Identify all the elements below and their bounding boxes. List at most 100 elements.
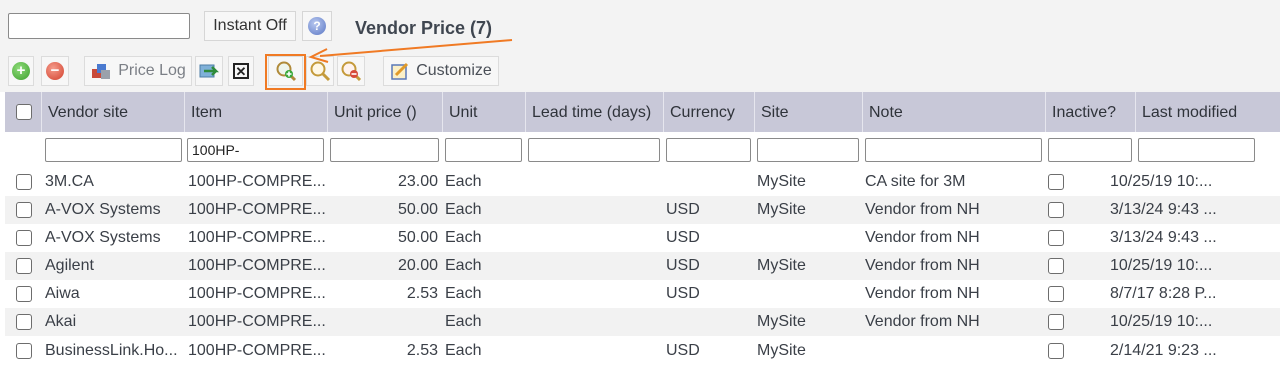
refresh-export-button[interactable] bbox=[195, 56, 223, 86]
filter-inactive[interactable] bbox=[1048, 138, 1132, 162]
table-row[interactable]: Aiwa 100HP-COMPRE... 2.53 Each USD Vendor fro… bbox=[5, 280, 1280, 308]
edit-icon bbox=[391, 62, 409, 80]
cell-site bbox=[757, 280, 861, 308]
table-row[interactable]: A-VOX Systems 100HP-COMPRE... 50.00 Each USD… bbox=[5, 196, 1280, 224]
row-inactive-checkbox[interactable] bbox=[1048, 174, 1064, 190]
table-row[interactable]: Akai 100HP-COMPRE... Each MySite Vendor from… bbox=[5, 308, 1280, 336]
col-header-lead-time[interactable]: Lead time (days) bbox=[525, 92, 662, 132]
cell-unit-price: 2.53 bbox=[406, 285, 438, 302]
cell-currency: USD bbox=[666, 342, 700, 359]
col-header-last-modified[interactable]: Last modified bbox=[1135, 92, 1257, 132]
row-inactive-checkbox[interactable] bbox=[1048, 314, 1064, 330]
refresh-icon bbox=[199, 64, 220, 78]
col-header-vendor-site[interactable]: Vendor site bbox=[41, 92, 183, 132]
search-input[interactable] bbox=[8, 13, 190, 39]
cell-item: 100HP-COMPRE... bbox=[188, 342, 326, 359]
cell-lead-time bbox=[528, 196, 662, 224]
filter-last-modified[interactable] bbox=[1138, 138, 1255, 162]
cell-item: 100HP-COMPRE... bbox=[188, 229, 326, 246]
close-button[interactable]: ✕ bbox=[228, 56, 254, 86]
cell-note bbox=[865, 337, 1045, 365]
row-select-checkbox[interactable] bbox=[16, 343, 32, 359]
cell-item: 100HP-COMPRE... bbox=[188, 201, 326, 218]
row-select-checkbox[interactable] bbox=[16, 286, 32, 302]
cell-unit: Each bbox=[445, 201, 482, 218]
cell-last-modified: 10/25/19 10:... bbox=[1110, 173, 1213, 190]
cell-item: 100HP-COMPRE... bbox=[188, 313, 326, 330]
cell-unit: Each bbox=[445, 257, 482, 274]
magnifier-icon bbox=[310, 61, 331, 82]
table-row[interactable]: 3M.CA 100HP-COMPRE... 23.00 Each MySite CA si… bbox=[5, 168, 1280, 196]
cell-unit: Each bbox=[445, 285, 482, 302]
minus-icon: − bbox=[46, 62, 64, 80]
instant-toggle-button[interactable]: Instant Off bbox=[204, 11, 296, 41]
table-row[interactable]: Agilent 100HP-COMPRE... 20.00 Each USD MySite… bbox=[5, 252, 1280, 280]
filter-site[interactable] bbox=[757, 138, 859, 162]
add-button[interactable]: + bbox=[8, 56, 34, 86]
cell-note: CA site for 3M bbox=[865, 173, 966, 190]
cell-vendor-site: Akai bbox=[45, 313, 77, 330]
col-header-note[interactable]: Note bbox=[862, 92, 1044, 132]
row-inactive-checkbox[interactable] bbox=[1048, 230, 1064, 246]
cell-lead-time bbox=[528, 168, 662, 196]
cell-lead-time bbox=[528, 252, 662, 280]
cell-lead-time bbox=[528, 337, 662, 365]
filter-unit[interactable] bbox=[445, 138, 522, 162]
col-header-inactive[interactable]: Inactive? bbox=[1045, 92, 1134, 132]
cell-site: MySite bbox=[757, 173, 806, 190]
col-header-site[interactable]: Site bbox=[754, 92, 861, 132]
row-select-checkbox[interactable] bbox=[16, 314, 32, 330]
filter-note[interactable] bbox=[865, 138, 1042, 162]
select-all-checkbox[interactable] bbox=[16, 104, 32, 120]
help-button[interactable]: ? bbox=[302, 11, 332, 41]
search-clear-button[interactable] bbox=[337, 56, 365, 86]
row-inactive-checkbox[interactable] bbox=[1048, 258, 1064, 274]
filter-currency[interactable] bbox=[666, 138, 751, 162]
cell-vendor-site: 3M.CA bbox=[45, 173, 94, 190]
help-icon: ? bbox=[308, 17, 326, 35]
cell-note: Vendor from NH bbox=[865, 285, 980, 302]
cell-currency: USD bbox=[666, 257, 700, 274]
filter-lead-time[interactable] bbox=[528, 138, 660, 162]
cell-currency bbox=[666, 168, 752, 196]
cell-unit-price: 23.00 bbox=[397, 173, 438, 190]
customize-label: Customize bbox=[416, 62, 492, 79]
cell-last-modified: 10/25/19 10:... bbox=[1110, 257, 1213, 274]
cell-unit-price: 20.00 bbox=[397, 257, 438, 274]
cell-lead-time bbox=[528, 308, 662, 336]
price-log-button[interactable]: Price Log bbox=[84, 56, 192, 86]
close-icon: ✕ bbox=[233, 63, 249, 79]
row-select-checkbox[interactable] bbox=[16, 174, 32, 190]
cell-unit: Each bbox=[445, 313, 482, 330]
cell-last-modified: 10/25/19 10:... bbox=[1110, 313, 1213, 330]
col-header-currency[interactable]: Currency bbox=[663, 92, 753, 132]
col-header-item[interactable]: Item bbox=[184, 92, 326, 132]
row-inactive-checkbox[interactable] bbox=[1048, 286, 1064, 302]
cell-lead-time bbox=[528, 280, 662, 308]
cell-unit-price bbox=[331, 308, 438, 336]
row-select-checkbox[interactable] bbox=[16, 202, 32, 218]
cell-vendor-site: A-VOX Systems bbox=[45, 201, 161, 218]
table-row[interactable]: BusinessLink.Ho... 100HP-COMPRE... 2.53 Eac… bbox=[5, 337, 1280, 365]
row-select-checkbox[interactable] bbox=[16, 258, 32, 274]
remove-button[interactable]: − bbox=[41, 56, 69, 86]
row-select-checkbox[interactable] bbox=[16, 230, 32, 246]
top-bar: Instant Off ? Vendor Price (7) + − Price… bbox=[0, 0, 1280, 92]
filter-item[interactable] bbox=[187, 138, 324, 162]
cell-last-modified: 2/14/21 9:23 ... bbox=[1110, 342, 1217, 359]
cell-last-modified: 3/13/24 9:43 ... bbox=[1110, 201, 1217, 218]
filter-unit-price[interactable] bbox=[330, 138, 439, 162]
search-button[interactable] bbox=[306, 56, 334, 86]
col-header-unit[interactable]: Unit bbox=[442, 92, 524, 132]
table-row[interactable]: A-VOX Systems 100HP-COMPRE... 50.00 Each USD… bbox=[5, 224, 1280, 252]
cell-site: MySite bbox=[757, 313, 806, 330]
customize-button[interactable]: Customize bbox=[383, 56, 499, 86]
filter-vendor-site[interactable] bbox=[45, 138, 182, 162]
row-inactive-checkbox[interactable] bbox=[1048, 202, 1064, 218]
cell-currency: USD bbox=[666, 285, 700, 302]
page-title: Vendor Price (7) bbox=[355, 18, 493, 38]
cell-lead-time bbox=[528, 224, 662, 252]
row-inactive-checkbox[interactable] bbox=[1048, 343, 1064, 359]
col-header-unit-price[interactable]: Unit price () bbox=[327, 92, 441, 132]
cell-unit: Each bbox=[445, 342, 482, 359]
